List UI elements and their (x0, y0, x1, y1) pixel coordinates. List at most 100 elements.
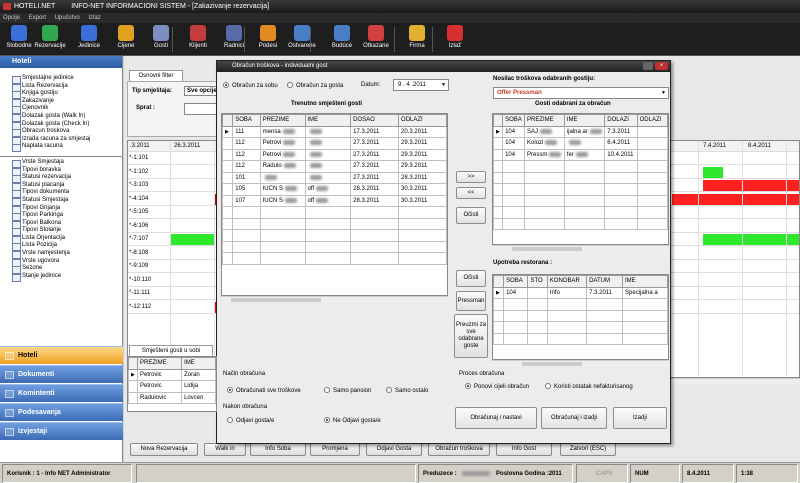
take-all-selected-button[interactable]: Preuzmi za sve odabrane goste (454, 314, 488, 358)
table-row[interactable]: 105 IUCN Soff 28.3.2011 30.3.2011 (222, 183, 447, 196)
tab-guests-in-room[interactable]: Smješteni gosti u sobi (129, 345, 213, 356)
toolbar-button-12[interactable]: Izlaž (438, 24, 472, 55)
sidebar-item[interactable]: Smjestajne jedinice (0, 75, 122, 84)
sidebar-item[interactable]: Cjenovnik (0, 105, 122, 114)
toolbar-button-6[interactable]: Radnici (217, 24, 251, 55)
nav-button-hoteli[interactable]: Hoteli (0, 346, 123, 364)
sidebar-item[interactable]: Tipovi Stolarije (0, 227, 122, 236)
reservation-block[interactable] (703, 166, 723, 178)
table-row[interactable]: 104 Pressm fer 10.4.2011 (493, 148, 668, 161)
column-header[interactable]: IME (622, 275, 668, 288)
calc-exit-button[interactable]: Obračunaj i izadji (541, 407, 607, 429)
exit-button[interactable]: Izadji (613, 407, 667, 429)
column-header[interactable]: KONOBAR (546, 275, 588, 288)
toolbar-button-3[interactable]: Cijene (109, 24, 143, 55)
sidebar-item[interactable]: Lista Orjentacija (0, 235, 122, 244)
table-row[interactable]: 112 Petrovi 27.3.2011 29.3.2011 (222, 148, 447, 161)
radio-calc-for-guest[interactable]: Obračun za gosta (287, 82, 343, 89)
table-row[interactable]: 112 Petrovi 27.3.2011 29.3.2011 (222, 137, 447, 150)
column-header[interactable]: DOLAZI (604, 114, 638, 127)
radio-no-checkout[interactable]: Ne Odjavi gosta/e (324, 417, 381, 424)
column-header[interactable]: STO (527, 275, 548, 288)
column-header[interactable]: ODLAZI (636, 114, 668, 127)
radio-calc-for-room[interactable]: Obračun za sobu (223, 82, 278, 89)
column-ime[interactable]: IME (181, 357, 216, 370)
table-row[interactable]: 112 Radulo 27.3.2011 29.3.2011 (222, 160, 447, 173)
clear-selected-button[interactable]: Očisti (456, 207, 486, 224)
current-guests-grid[interactable]: SOBA PREZIME IME DOSAO ODLAZI ▶ 111 mensa 17.3.2… (221, 113, 448, 296)
sidebar-item[interactable]: Tipovi dokumenta (0, 189, 122, 198)
bottom-button-7[interactable]: Zatvori (ESC) (560, 443, 616, 456)
nav-button-izvjestaji[interactable]: Izvjestaji (0, 422, 123, 440)
nav-button-podesavanja[interactable]: Podesavanja (0, 403, 123, 421)
toolbar-button-5[interactable]: Klijenti (181, 24, 215, 55)
bottom-button-6[interactable]: Info Gost (496, 443, 552, 456)
filter-floor-input[interactable] (184, 103, 218, 115)
sidebar-item[interactable]: Statusi rezervacija (0, 174, 122, 183)
bottom-button-5[interactable]: Obračun troškova (428, 443, 490, 456)
table-row[interactable]: Radulovic Lovcen (128, 391, 216, 404)
minimize-icon[interactable] (643, 62, 653, 70)
table-row[interactable]: ▶ Petrovic Zoran (128, 368, 216, 381)
tab-osnovni-filter[interactable]: Osnovni filter (129, 70, 183, 81)
date-picker[interactable]: 9 . 4 .2011 ▼ (393, 79, 449, 91)
menu-export[interactable]: Export (29, 15, 46, 21)
column-prezime[interactable]: PREZIME (136, 357, 183, 370)
toolbar-button-11[interactable]: Firma (400, 24, 434, 55)
sidebar-item[interactable]: Obracun troskova (0, 128, 122, 137)
filter-type-select[interactable]: Sve opcije (184, 86, 218, 96)
table-row[interactable]: 104 Kolozi 6.4.2011 (493, 137, 668, 150)
radio-repeat-calc[interactable]: Ponovi cijeli obračun (465, 383, 529, 390)
restaurant-grid[interactable]: SOBA STO KONOBAR DATUM IME ▶ 104 Info 7.3.2011 Sp… (492, 274, 669, 360)
sidebar-item[interactable]: Naplata racuna (0, 143, 122, 152)
add-guest-button[interactable]: >> (456, 171, 486, 183)
reservation-block[interactable] (672, 193, 799, 205)
toolbar-button-0[interactable]: Slobodne (2, 24, 36, 55)
selected-guests-grid[interactable]: SOBA PREZIME IME DOLAZI ODLAZI ▶ 104 SAJ ijalna … (492, 113, 669, 245)
radio-calc-all[interactable]: Obračunati sve troškove (227, 387, 301, 394)
table-row[interactable]: Petrovic Lidija (128, 380, 216, 393)
column-header[interactable]: ODLAZI (398, 114, 447, 127)
guests-in-room-grid[interactable]: PREZIME IME ▶ Petrovic Zoran Petrovic Lidija… (127, 356, 217, 412)
sidebar-item[interactable]: Dolazak gosta (Walk In) (0, 113, 122, 122)
restaurant-hscroll[interactable] (492, 360, 669, 366)
radio-checkout[interactable]: Odjavi gosta/e (227, 417, 274, 424)
sidebar-item[interactable]: Tipovi Parkinga (0, 212, 122, 221)
sidebar-item[interactable]: Vrste namjestenja (0, 250, 122, 259)
selected-guests-hscroll[interactable] (492, 245, 669, 251)
menu-izlaz[interactable]: Izlaz (88, 15, 100, 21)
table-row[interactable]: ▶ 104 Info 7.3.2011 Specijalna a (493, 286, 668, 299)
toolbar-button-10[interactable]: Otkazane (359, 24, 393, 55)
toolbar-button-1[interactable]: Rezervacije (33, 24, 67, 55)
column-header[interactable]: SOBA (502, 114, 526, 127)
reservation-block[interactable] (170, 234, 215, 245)
sidebar-item[interactable]: Sezone (0, 265, 122, 274)
sidebar-item[interactable]: Vrste ugovora (0, 258, 122, 267)
column-header[interactable]: SOBA (232, 114, 261, 127)
bottom-button-2[interactable]: Info Soba (250, 443, 306, 456)
payer-select[interactable]: Offer Pressman ▼ (493, 87, 669, 99)
bottom-button-0[interactable]: Nova Rezervacija (130, 443, 198, 456)
calc-continue-button[interactable]: Obračunaj i nastavi (455, 407, 537, 429)
table-row[interactable]: ▶ 111 mensa 17.3.2011 20.3.2011 (222, 125, 447, 138)
menu-opcije[interactable]: Opcije (3, 15, 20, 21)
column-header[interactable]: IME (304, 114, 352, 127)
toolbar-button-8[interactable]: Ostvarene (285, 24, 319, 55)
table-row[interactable]: 107 IUCN Soff 28.3.2011 30.3.2011 (222, 194, 447, 207)
table-row[interactable]: 101 27.3.2011 28.3.2011 (222, 171, 447, 184)
column-header[interactable]: PREZIME (524, 114, 565, 127)
column-header[interactable]: DATUM (586, 275, 624, 288)
toolbar-button-9[interactable]: Budúce (325, 24, 359, 55)
nav-button-komintenti[interactable]: Komintenti (0, 384, 123, 402)
chevron-down-icon[interactable]: ▼ (441, 80, 446, 90)
bottom-button-3[interactable]: Promjena (310, 443, 360, 456)
sidebar-item[interactable]: Tipovi Balkona (0, 220, 122, 229)
radio-use-rest[interactable]: Koristi ostatak nefakturisanog (545, 383, 633, 390)
bottom-button-1[interactable]: Walk in (204, 443, 246, 456)
chevron-down-icon[interactable]: ▼ (661, 88, 666, 98)
sidebar-item[interactable]: Vrste Smjestaja (0, 159, 122, 168)
bottom-button-4[interactable]: Odjavi Gosta (366, 443, 422, 456)
sidebar-item[interactable]: Lista Pozicija (0, 242, 122, 252)
sidebar-item[interactable]: Tipovi Grijanja (0, 205, 122, 214)
sidebar-item[interactable]: Knjiga gostiju (0, 90, 122, 99)
